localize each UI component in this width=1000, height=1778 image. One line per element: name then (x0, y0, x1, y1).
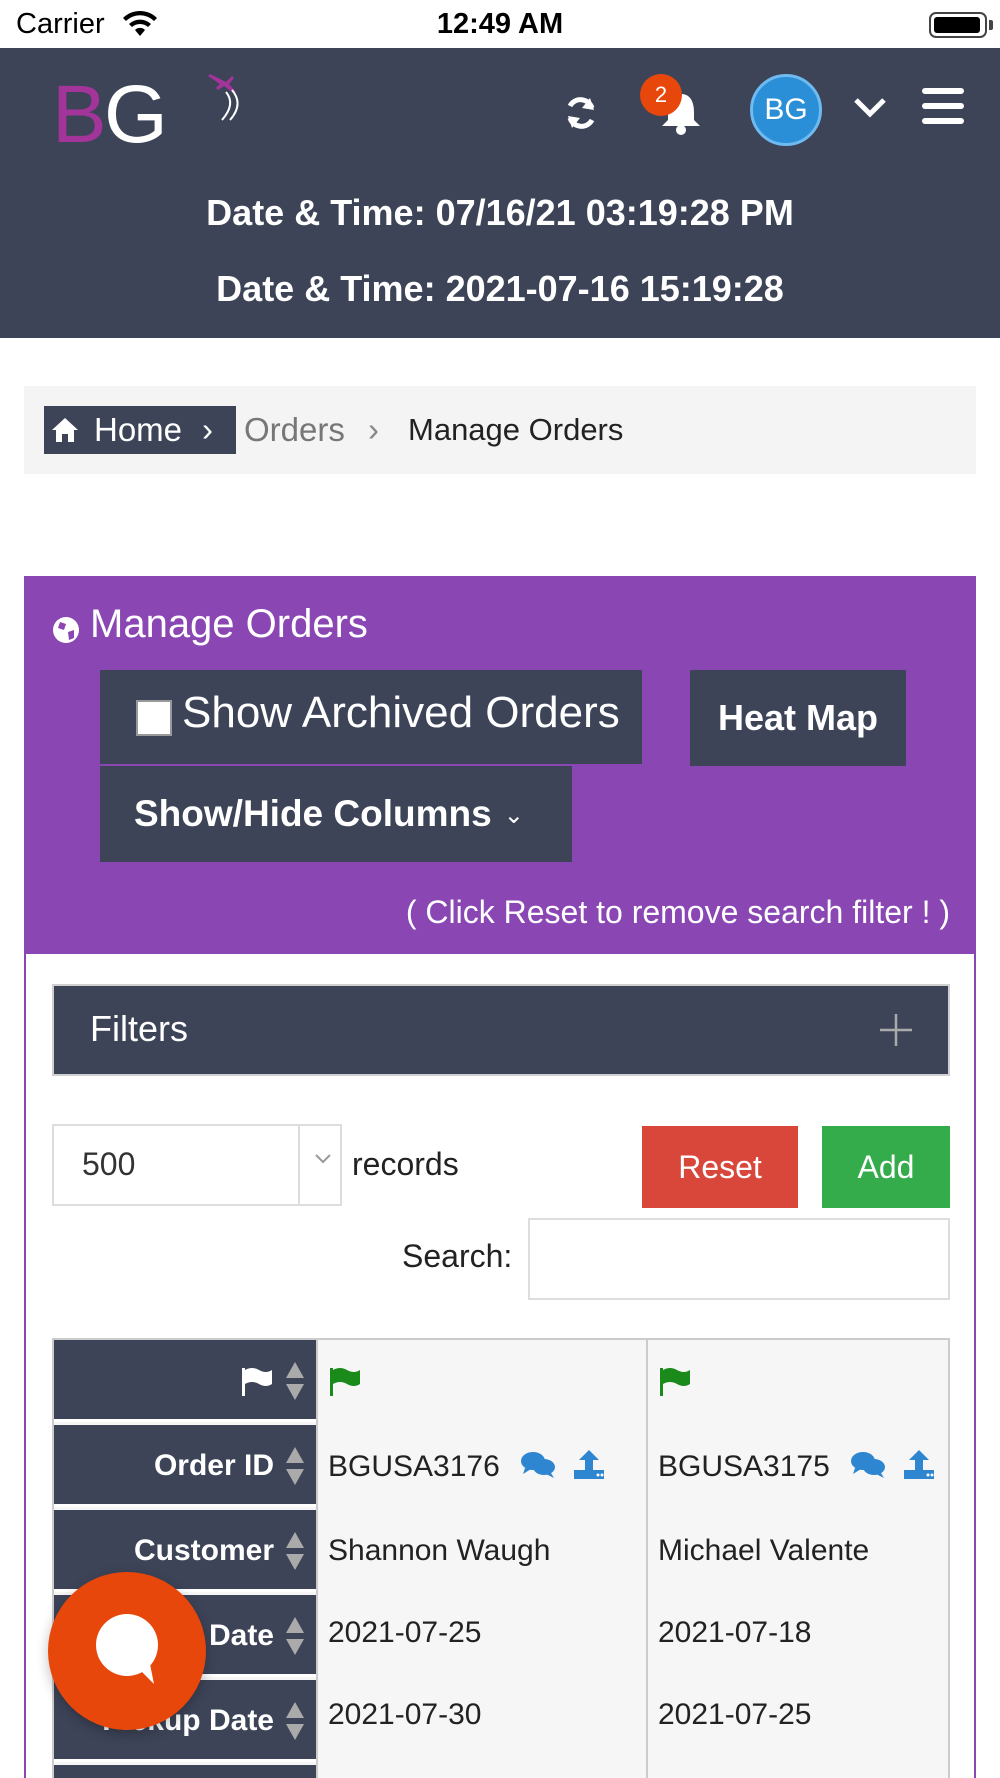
refresh-icon[interactable] (562, 94, 600, 132)
datetime-iso: Date & Time: 2021-07-16 15:19:28 (216, 268, 784, 309)
logo[interactable]: B G (52, 60, 239, 160)
orders-table: Order ID Customer Date Pickup Date BGUSA… (52, 1338, 950, 1778)
date-cell: 2021-07-25 (328, 1616, 482, 1649)
show-hide-columns-label: Show/Hide Columns (134, 793, 492, 834)
breadcrumb-home-label: Home (94, 411, 183, 448)
order-id-cell[interactable]: BGUSA3176 (328, 1450, 500, 1484)
upload-icon[interactable] (902, 1448, 936, 1480)
plane-icon (208, 74, 239, 121)
pickup-date-cell: 2021-07-30 (328, 1698, 482, 1731)
breadcrumb-separator: › (368, 411, 379, 448)
chevron-down-icon (315, 1154, 331, 1164)
search-input[interactable] (528, 1218, 950, 1300)
battery-icon (929, 12, 987, 38)
pickup-date-cell: 2021-07-25 (658, 1698, 812, 1731)
reset-hint: ( Click Reset to remove search filter ! … (405, 894, 950, 930)
archived-checkbox[interactable] (136, 700, 172, 736)
menu-icon[interactable] (920, 86, 966, 126)
header-flag[interactable] (54, 1340, 316, 1422)
app-header: B G 2 BG Date & Time: 07/16/21 03:19:28 … (0, 48, 1000, 338)
flag-icon[interactable] (658, 1366, 692, 1398)
records-per-page-select[interactable]: 500 (52, 1124, 342, 1206)
column-divider (316, 1340, 318, 1778)
sort-icon[interactable] (284, 1360, 306, 1402)
column-divider (646, 1340, 648, 1778)
show-archived-label: Show Archived Orders (182, 688, 620, 737)
flag-icon[interactable] (328, 1366, 362, 1398)
chevron-down-icon: ⌄ (503, 802, 524, 830)
sort-icon[interactable] (284, 1700, 306, 1742)
header-label: Order ID (153, 1449, 274, 1482)
breadcrumb-orders[interactable]: Orders (244, 406, 345, 454)
chevron-down-icon[interactable] (852, 90, 888, 126)
logo-letter-b: B (52, 69, 107, 160)
breadcrumb-current: Manage Orders (408, 412, 624, 447)
panel-title: Manage Orders (90, 602, 368, 646)
chat-icon[interactable] (520, 1450, 556, 1480)
upload-icon[interactable] (572, 1448, 606, 1480)
header-next (54, 1765, 316, 1778)
breadcrumb: Home › Orders › Manage Orders (24, 386, 976, 474)
home-icon (52, 418, 78, 442)
chat-icon[interactable] (850, 1450, 886, 1480)
sort-icon[interactable] (284, 1615, 306, 1657)
header-label: Customer (133, 1534, 274, 1567)
notification-badge: 2 (640, 74, 682, 116)
search-label: Search: (402, 1238, 513, 1274)
globe-icon (53, 617, 79, 643)
records-per-page-value: 500 (82, 1146, 136, 1182)
breadcrumb-home[interactable]: Home › (44, 406, 236, 454)
plus-icon[interactable] (878, 1012, 914, 1048)
status-bar: Carrier 12:49 AM (0, 0, 1000, 48)
select-divider (298, 1126, 300, 1204)
add-button[interactable]: Add (822, 1126, 950, 1208)
filters-accordion[interactable]: Filters (52, 984, 950, 1076)
status-time: 12:49 AM (436, 8, 564, 40)
chat-fab-button[interactable] (48, 1572, 206, 1730)
show-hide-columns-button[interactable]: Show/Hide Columns ⌄ (100, 766, 572, 862)
header-order-id[interactable]: Order ID (54, 1425, 316, 1507)
battery-cap (989, 20, 993, 30)
sort-icon[interactable] (284, 1530, 306, 1572)
breadcrumb-separator: › (202, 411, 213, 448)
records-label: records (352, 1146, 459, 1182)
show-archived-toggle[interactable]: Show Archived Orders (100, 670, 642, 764)
panel-header: Manage Orders Show Archived Orders Heat … (26, 578, 974, 954)
customer-cell: Michael Valente (658, 1534, 870, 1567)
header-label: Date (208, 1619, 274, 1652)
datetime-local: Date & Time: 07/16/21 03:19:28 PM (206, 192, 794, 233)
heat-map-button[interactable]: Heat Map (690, 670, 906, 766)
date-cell: 2021-07-18 (658, 1616, 812, 1649)
chat-icon (96, 1614, 158, 1684)
order-id-cell[interactable]: BGUSA3175 (658, 1450, 830, 1484)
sort-icon[interactable] (284, 1445, 306, 1487)
reset-button[interactable]: Reset (642, 1126, 798, 1208)
filters-label: Filters (90, 1008, 188, 1049)
customer-cell: Shannon Waugh (328, 1534, 551, 1567)
flag-icon (242, 1368, 272, 1396)
avatar[interactable]: BG (750, 74, 822, 146)
